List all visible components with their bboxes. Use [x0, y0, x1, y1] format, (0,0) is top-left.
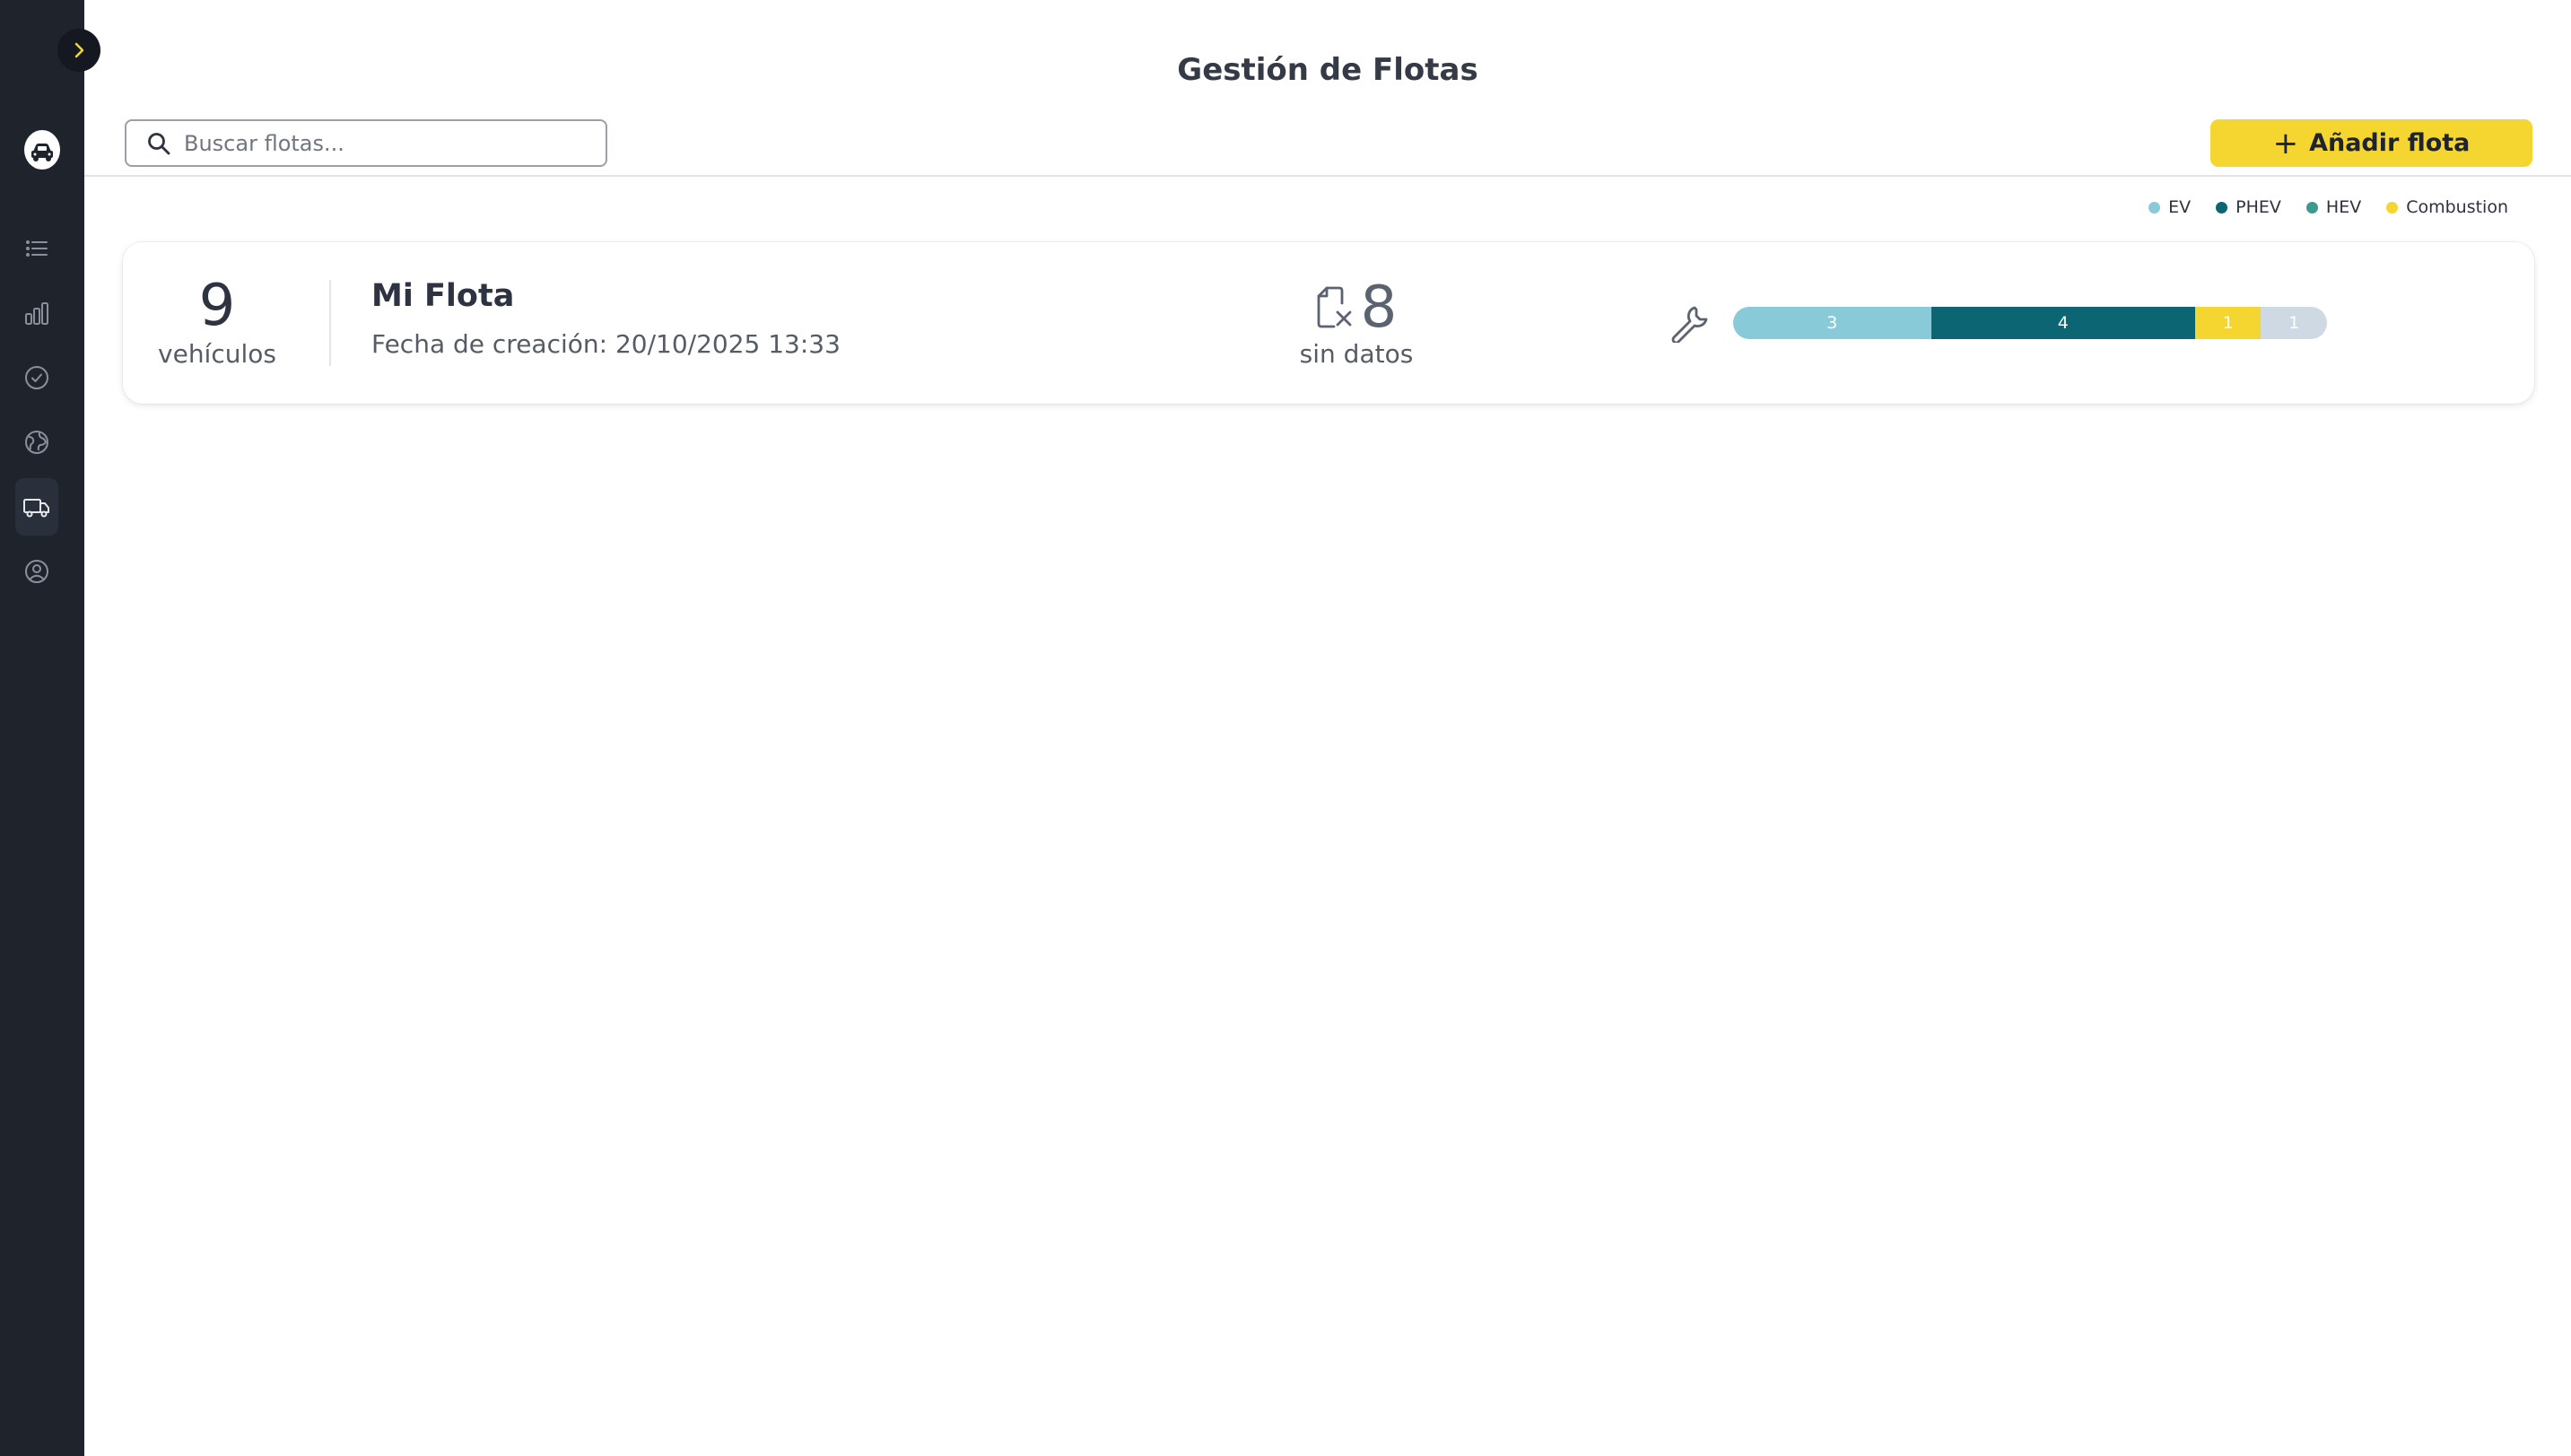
header-divider: [84, 175, 2571, 177]
vehicle-count-number: 9: [198, 273, 236, 339]
fleet-creation-date: Fecha de creación: 20/10/2025 13:33: [371, 329, 841, 359]
legend-label: HEV: [2325, 197, 2362, 217]
legend-dot-ev: [2148, 201, 2161, 214]
file-x-icon: [1317, 286, 1352, 328]
car-logo-icon[interactable]: [24, 130, 60, 170]
legend-dot-phev: [2216, 201, 2228, 214]
composition-segment-unknown: 1: [2261, 307, 2327, 339]
fleet-name: Mi Flota: [371, 278, 515, 314]
legend-label: EV: [2168, 197, 2192, 217]
truck-icon: [23, 499, 49, 518]
sidebar-item-statistics[interactable]: [15, 284, 58, 342]
sidebar: [0, 0, 84, 1456]
user-circle-icon: [25, 560, 48, 583]
add-fleet-label: Añadir flota: [2309, 129, 2471, 157]
wrench-icon: [1671, 306, 1708, 344]
vehicle-type-legend: EV PHEV HEV Combustion: [2148, 197, 2508, 217]
card-divider: [329, 280, 331, 366]
chevron-right-icon: [74, 42, 84, 58]
legend-label: PHEV: [2235, 197, 2281, 217]
composition-segment-phev: 4: [1930, 307, 2195, 339]
fleet-card[interactable]: 9 vehículos Mi Flota Fecha de creación: …: [123, 242, 2534, 404]
sidebar-item-profile[interactable]: [15, 543, 58, 600]
sidebar-item-fleets[interactable]: [15, 478, 58, 536]
bar-chart-icon: [25, 302, 48, 325]
legend-dot-hev: [2305, 201, 2318, 214]
legend-item-phev: PHEV: [2216, 197, 2281, 217]
legend-label: Combustion: [2406, 197, 2508, 217]
list-icon: [26, 240, 48, 257]
vehicle-count-label: vehículos: [158, 339, 276, 369]
no-data-label: sin datos: [1299, 339, 1414, 369]
sidebar-item-globe[interactable]: [15, 414, 58, 471]
sidebar-toggle-button[interactable]: [57, 29, 100, 72]
check-circle-icon: [25, 366, 48, 389]
composition-segment-combustion: 1: [2194, 307, 2262, 339]
vehicle-composition-bar: 3411: [1733, 307, 2327, 339]
no-data-count: 8 sin datos: [1289, 278, 1424, 369]
sidebar-item-list[interactable]: [15, 220, 58, 277]
globe-icon: [25, 431, 48, 454]
search-icon: [148, 132, 170, 154]
legend-dot-combustion: [2386, 201, 2399, 214]
legend-item-hev: HEV: [2305, 197, 2362, 217]
legend-item-ev: EV: [2148, 197, 2191, 217]
composition-segment-ev: 3: [1733, 307, 1931, 339]
sidebar-item-checks[interactable]: [15, 349, 58, 406]
plus-icon: +: [2272, 125, 2299, 161]
search-input[interactable]: [184, 130, 597, 156]
page-title: Gestión de Flotas: [1177, 52, 1478, 88]
legend-item-combustion: Combustion: [2386, 197, 2508, 217]
maintenance-button[interactable]: [1669, 303, 1709, 344]
no-data-number: 8: [1360, 275, 1398, 341]
add-fleet-button[interactable]: + Añadir flota: [2210, 119, 2532, 167]
search-box[interactable]: [125, 119, 607, 167]
vehicle-count: 9 vehículos: [150, 275, 284, 369]
